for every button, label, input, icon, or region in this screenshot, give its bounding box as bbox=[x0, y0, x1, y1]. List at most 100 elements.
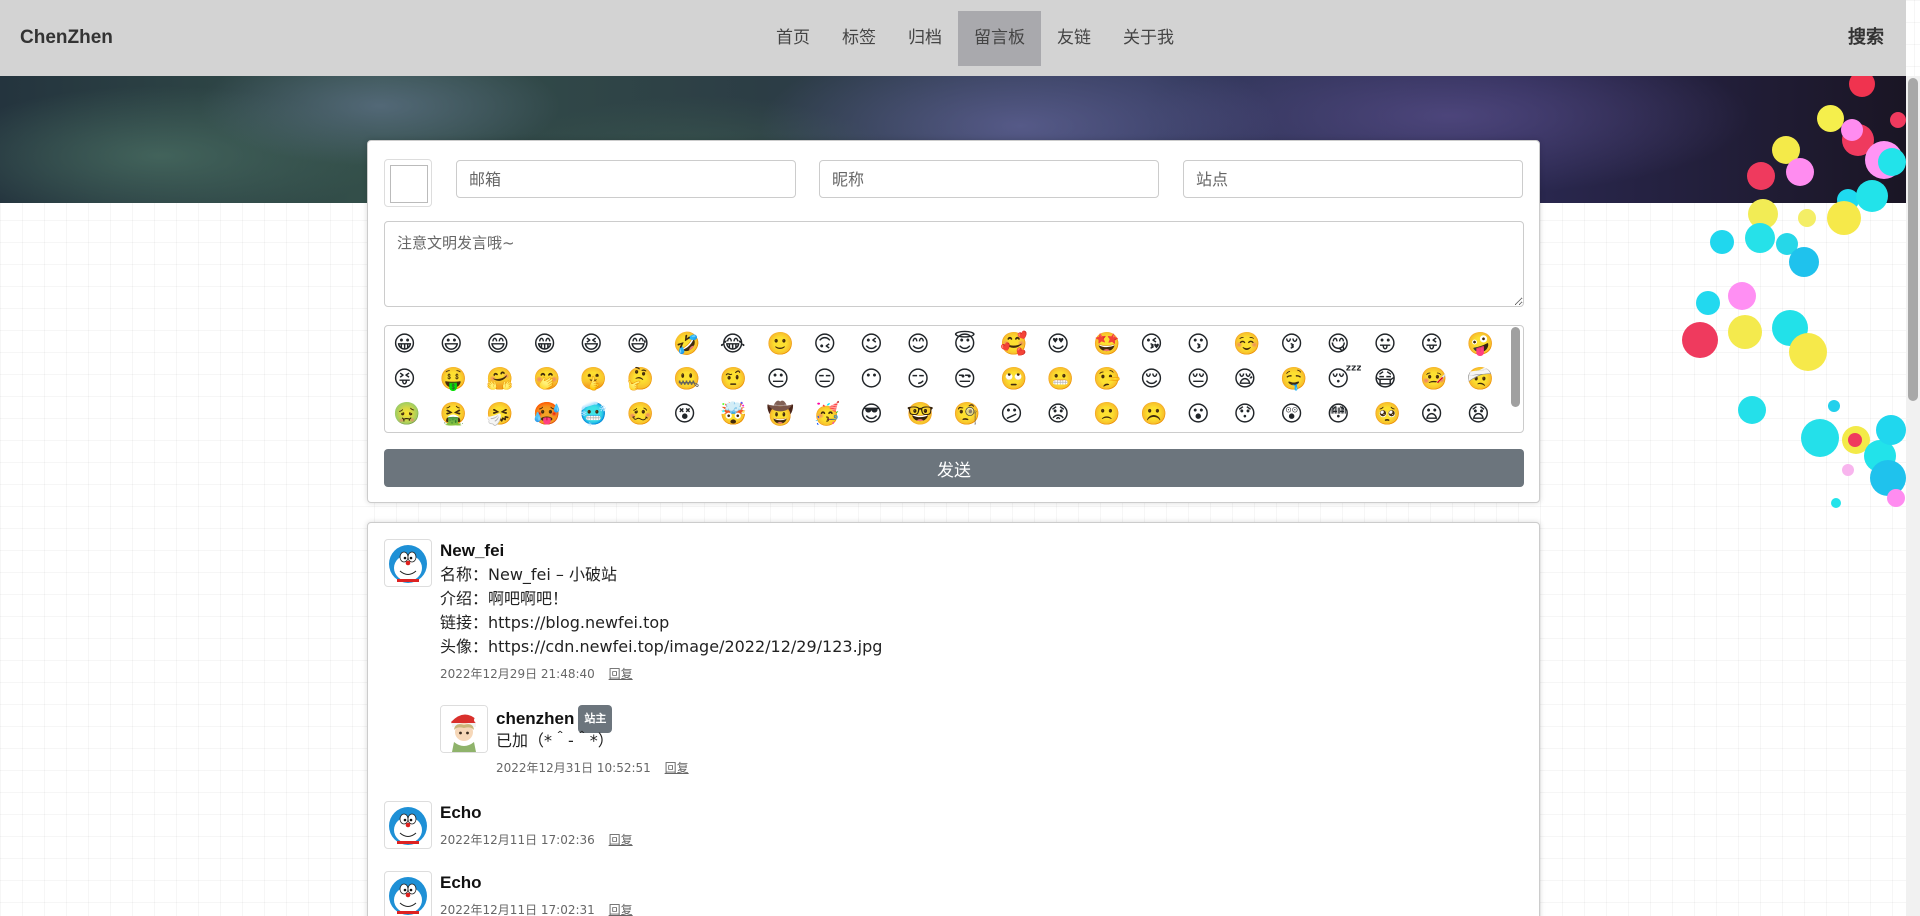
emoji-option[interactable]: 🤣 bbox=[671, 332, 718, 356]
emoji-option[interactable]: 😘 bbox=[1138, 332, 1185, 356]
reply-link[interactable]: 回复 bbox=[609, 833, 633, 847]
emoji-option[interactable]: ☹️ bbox=[1138, 402, 1185, 426]
nav-link-tags[interactable]: 标签 bbox=[826, 11, 892, 66]
reply-link[interactable]: 回复 bbox=[609, 667, 633, 681]
emoji-option[interactable]: 🤯 bbox=[718, 402, 765, 426]
emoji-option[interactable]: 😕 bbox=[998, 402, 1045, 426]
search-link[interactable]: 搜索 bbox=[1848, 0, 1884, 76]
reply-author-name[interactable]: chenzhen bbox=[496, 709, 574, 728]
emoji-option[interactable]: 😚 bbox=[1278, 332, 1325, 356]
decorative-bubble bbox=[1828, 400, 1840, 412]
emoji-option[interactable]: 😊 bbox=[905, 332, 952, 356]
emoji-option[interactable]: 😃 bbox=[438, 332, 485, 356]
emoji-option[interactable]: 🙃 bbox=[811, 332, 858, 356]
emoji-option[interactable]: 😆 bbox=[578, 332, 625, 356]
emoji-option[interactable]: 😁 bbox=[531, 332, 578, 356]
emoji-option[interactable]: 🤪 bbox=[1465, 332, 1512, 356]
page-scrollbar-thumb[interactable] bbox=[1908, 78, 1918, 401]
commenter-name[interactable]: New_fei bbox=[440, 539, 882, 563]
comment-content-input[interactable] bbox=[384, 221, 1524, 307]
emoji-option[interactable]: 🤥 bbox=[1091, 367, 1138, 391]
emoji-option[interactable]: 😂 bbox=[718, 332, 765, 356]
emoji-option[interactable]: 🧐 bbox=[951, 402, 998, 426]
emoji-option[interactable]: 🙄 bbox=[998, 367, 1045, 391]
nav-link-archive[interactable]: 归档 bbox=[892, 11, 958, 66]
decorative-bubble bbox=[1728, 282, 1756, 310]
emoji-option[interactable]: ☺️ bbox=[1231, 332, 1278, 356]
emoji-option[interactable]: 😵 bbox=[671, 402, 718, 426]
reply-link[interactable]: 回复 bbox=[609, 903, 633, 916]
emoji-option[interactable]: 😑 bbox=[811, 367, 858, 391]
emoji-option[interactable]: 😜 bbox=[1418, 332, 1465, 356]
reply-link[interactable]: 回复 bbox=[665, 761, 689, 775]
send-button[interactable]: 发送 bbox=[384, 449, 1524, 487]
commenter-name[interactable]: Echo bbox=[440, 871, 633, 895]
emoji-option[interactable]: 🤓 bbox=[905, 402, 952, 426]
emoji-option[interactable]: 🤐 bbox=[671, 367, 718, 391]
emoji-option[interactable]: 😌 bbox=[1138, 367, 1185, 391]
site-field[interactable] bbox=[1183, 160, 1523, 198]
emoji-option[interactable]: 😍 bbox=[1045, 332, 1092, 356]
emoji-option[interactable]: 😔 bbox=[1185, 367, 1232, 391]
emoji-option[interactable]: 😲 bbox=[1278, 402, 1325, 426]
emoji-grid: 😀 😃 😄 😁 😆 😅 🤣 😂 🙂 🙃 😉 😊 😇 🥰 😍 🤩 😘 😗 ☺️ 😚 😋 😛 😜 🤪 😝 🤑 🤗 🤭 🤫 🤔 🤐 🤨 😐 😑 😶 😏 😒 🙄 😬… bbox=[391, 332, 1523, 426]
emoji-option[interactable]: 😦 bbox=[1418, 402, 1465, 426]
emoji-option[interactable]: 😬 bbox=[1045, 367, 1092, 391]
emoji-option[interactable]: 😧 bbox=[1465, 402, 1512, 426]
emoji-option[interactable]: 🤗 bbox=[484, 367, 531, 391]
emoji-option[interactable]: 😎 bbox=[858, 402, 905, 426]
commenter-avatar bbox=[384, 539, 432, 587]
emoji-option[interactable]: 😝 bbox=[391, 367, 438, 391]
emoji-option[interactable]: 🥰 bbox=[998, 332, 1045, 356]
emoji-option[interactable]: 🤫 bbox=[578, 367, 625, 391]
emoji-option[interactable]: 🤕 bbox=[1465, 367, 1512, 391]
emoji-option[interactable]: 😐 bbox=[765, 367, 812, 391]
nickname-field[interactable] bbox=[819, 160, 1159, 198]
nav-link-about[interactable]: 关于我 bbox=[1107, 11, 1190, 66]
emoji-option[interactable]: 🤠 bbox=[765, 402, 812, 426]
emoji-option[interactable]: 🤨 bbox=[718, 367, 765, 391]
emoji-option[interactable]: 😷 bbox=[1371, 367, 1418, 391]
emoji-option[interactable]: 😴 bbox=[1325, 367, 1372, 391]
emoji-option[interactable]: 😄 bbox=[484, 332, 531, 356]
email-field[interactable] bbox=[456, 160, 796, 198]
emoji-option[interactable]: 🤔 bbox=[624, 367, 671, 391]
emoji-option[interactable]: 🥶 bbox=[578, 402, 625, 426]
nav-link-home[interactable]: 首页 bbox=[760, 11, 826, 66]
emoji-option[interactable]: 🤩 bbox=[1091, 332, 1138, 356]
emoji-option[interactable]: 🤤 bbox=[1278, 367, 1325, 391]
nav-link-guestbook[interactable]: 留言板 bbox=[958, 11, 1041, 66]
emoji-option[interactable]: 😟 bbox=[1045, 402, 1092, 426]
emoji-option[interactable]: 😶 bbox=[858, 367, 905, 391]
emoji-option[interactable]: 😀 bbox=[391, 332, 438, 356]
emoji-option[interactable]: 😯 bbox=[1231, 402, 1278, 426]
emoji-option[interactable]: 🙂 bbox=[765, 332, 812, 356]
emoji-option[interactable]: 😒 bbox=[951, 367, 998, 391]
emoji-option[interactable]: 🤢 bbox=[391, 402, 438, 426]
nav-link-friends[interactable]: 友链 bbox=[1041, 11, 1107, 66]
emoji-option[interactable]: 🥴 bbox=[624, 402, 671, 426]
emoji-option[interactable]: 😇 bbox=[951, 332, 998, 356]
emoji-option[interactable]: 😳 bbox=[1325, 402, 1372, 426]
emoji-option[interactable]: 🤧 bbox=[484, 402, 531, 426]
emoji-option[interactable]: 🥳 bbox=[811, 402, 858, 426]
emoji-option[interactable]: 😏 bbox=[905, 367, 952, 391]
emoji-option[interactable]: 🥵 bbox=[531, 402, 578, 426]
emoji-scrollbar-thumb[interactable] bbox=[1511, 327, 1520, 407]
emoji-option[interactable]: 🤑 bbox=[438, 367, 485, 391]
commenter-name[interactable]: Echo bbox=[440, 801, 633, 825]
emoji-option[interactable]: 🤒 bbox=[1418, 367, 1465, 391]
emoji-option[interactable]: 😋 bbox=[1325, 332, 1372, 356]
emoji-option[interactable]: 😗 bbox=[1185, 332, 1232, 356]
emoji-option[interactable]: 😛 bbox=[1371, 332, 1418, 356]
reply-text: 已加（*＾-＾*） bbox=[496, 731, 614, 750]
emoji-option[interactable]: 🥺 bbox=[1371, 402, 1418, 426]
emoji-option[interactable]: 🤭 bbox=[531, 367, 578, 391]
emoji-option[interactable]: 😪 bbox=[1231, 367, 1278, 391]
emoji-option[interactable]: 😮 bbox=[1185, 402, 1232, 426]
emoji-option[interactable]: 😉 bbox=[858, 332, 905, 356]
brand-logo[interactable]: ChenZhen bbox=[20, 0, 113, 76]
emoji-option[interactable]: 🤮 bbox=[438, 402, 485, 426]
emoji-option[interactable]: 🙁 bbox=[1091, 402, 1138, 426]
emoji-option[interactable]: 😅 bbox=[624, 332, 671, 356]
